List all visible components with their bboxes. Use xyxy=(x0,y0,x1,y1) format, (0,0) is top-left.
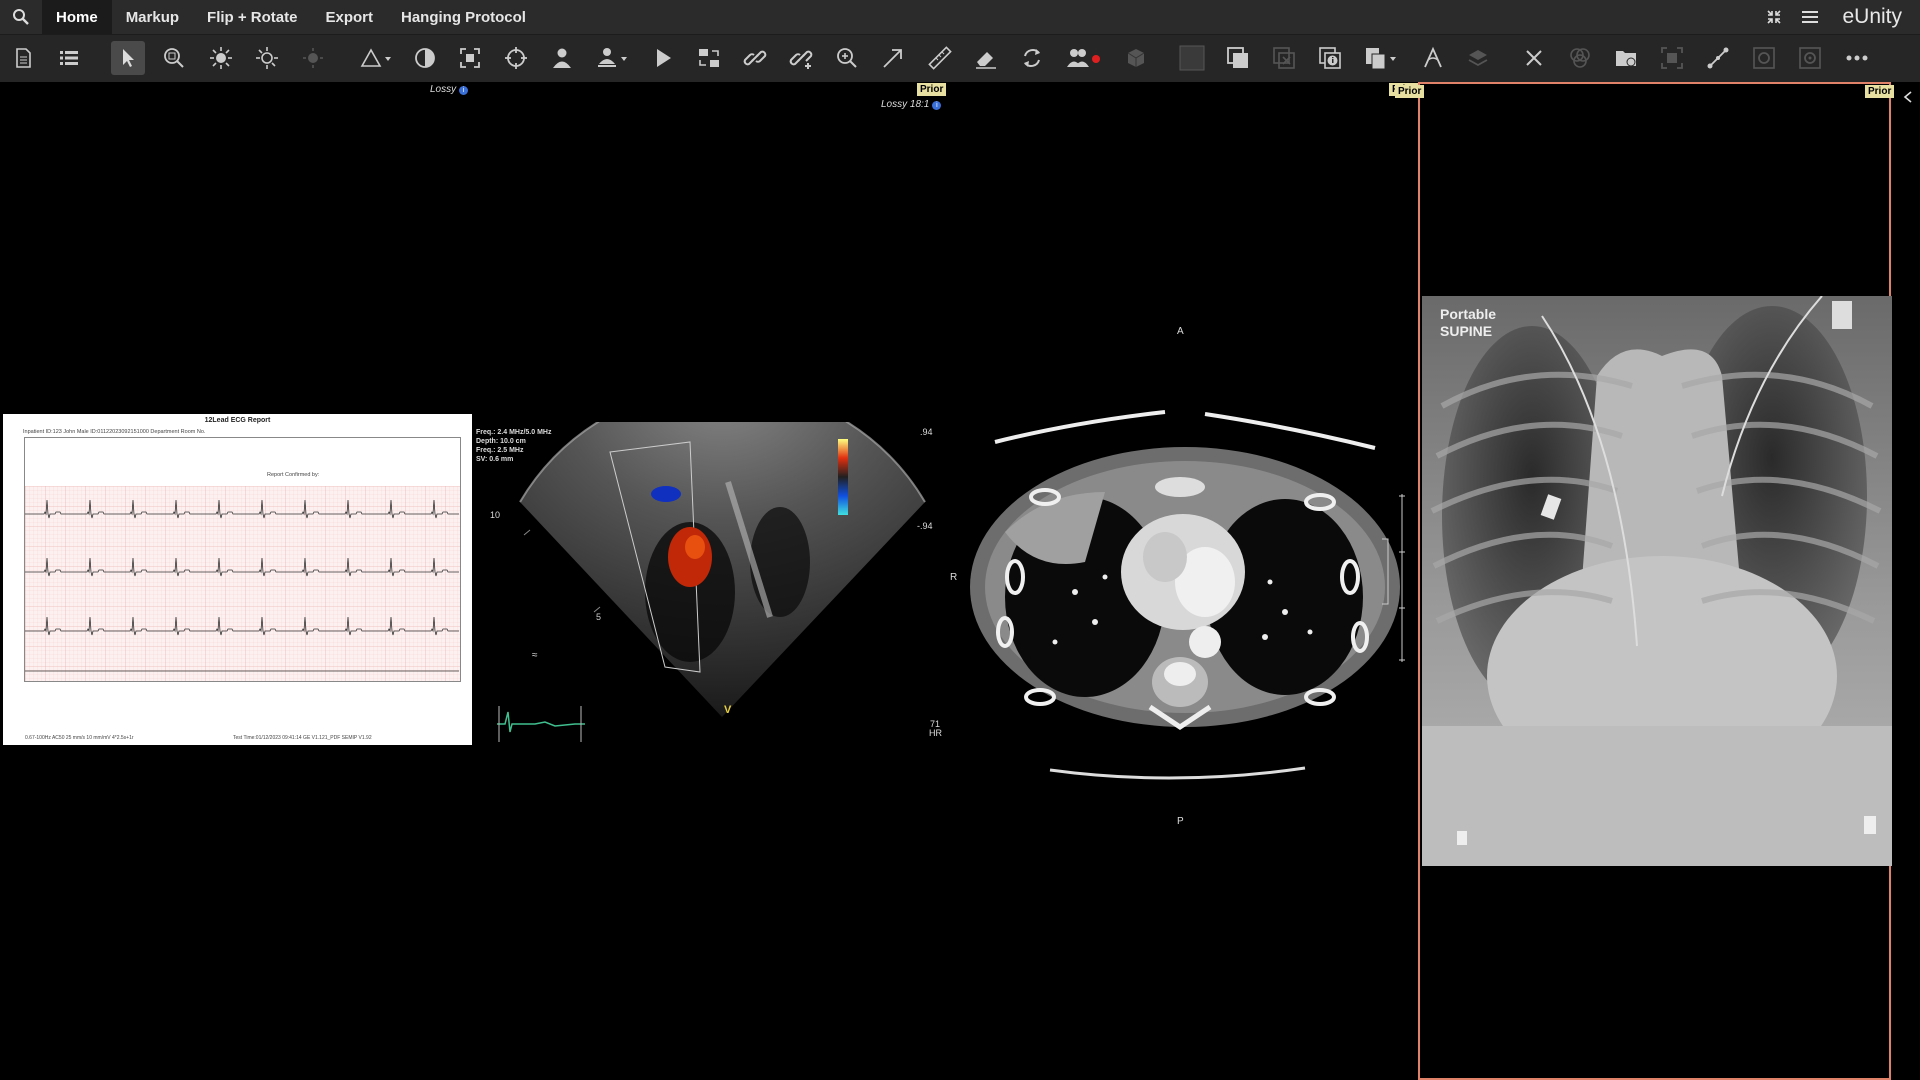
folder-info-icon[interactable] xyxy=(1609,41,1643,75)
brand-logo: eUnity xyxy=(1842,5,1902,28)
viewport-echo[interactable]: Prior Lossy 18:1 i Freq.: 2.4 MHz/5.0 MHz… xyxy=(470,82,947,1080)
echo-marker: V xyxy=(724,704,732,716)
rotate-icon[interactable] xyxy=(1015,41,1049,75)
frame-icon[interactable] xyxy=(1655,41,1689,75)
info-icon[interactable]: i xyxy=(932,101,942,110)
side-panel-toggle-icon[interactable] xyxy=(1895,82,1920,112)
xray-image xyxy=(1422,296,1892,866)
zoom-in-icon[interactable] xyxy=(830,41,864,75)
brightness-reset-icon[interactable] xyxy=(296,41,330,75)
viewport-xray[interactable]: Prior Prior Portable SUPINE xyxy=(1395,82,1895,1080)
color-scale-bottom: -.94 xyxy=(917,521,933,531)
more-icon[interactable] xyxy=(1840,41,1874,75)
brightness-icon[interactable] xyxy=(204,41,238,75)
close-layer-icon[interactable] xyxy=(1267,41,1301,75)
pointer-icon[interactable] xyxy=(111,41,145,75)
fit-icon[interactable] xyxy=(453,41,487,75)
depth-label-10: 10 xyxy=(490,510,501,520)
link-icon[interactable] xyxy=(738,41,772,75)
measure-icon[interactable] xyxy=(1416,41,1450,75)
orientation-right: R xyxy=(950,572,958,583)
ecg-confirmed: Report Confirmed by: xyxy=(267,472,320,478)
stack-icon[interactable] xyxy=(1461,41,1495,75)
info-layer-icon[interactable] xyxy=(1313,41,1347,75)
tab-flip-rotate[interactable]: Flip + Rotate xyxy=(193,0,311,34)
menu-bar: Home Markup Flip + Rotate Export Hanging… xyxy=(0,0,1920,34)
prior-tag: Prior xyxy=(1865,85,1895,98)
line-icon[interactable] xyxy=(1701,41,1735,75)
play-icon[interactable] xyxy=(646,41,680,75)
viewport-ct[interactable]: Prior A P R L xyxy=(945,82,1419,1080)
link-add-icon[interactable] xyxy=(784,41,818,75)
magnify-zoom-icon[interactable] xyxy=(157,41,191,75)
lossy-indicator: Lossy i xyxy=(430,84,469,95)
xray-annotation-line: SUPINE xyxy=(1440,323,1493,339)
ct-scale xyxy=(1382,494,1405,662)
heart-rate-label: HR xyxy=(929,728,942,738)
target-icon[interactable] xyxy=(1747,41,1781,75)
info-icon[interactable]: i xyxy=(459,86,469,95)
shape-triangle-icon[interactable] xyxy=(354,41,398,75)
list-icon[interactable] xyxy=(52,41,86,75)
swap-icon[interactable] xyxy=(692,41,726,75)
close-icon[interactable] xyxy=(1517,41,1551,75)
prior-tag: Prior xyxy=(917,83,947,96)
svg-text:≈: ≈ xyxy=(532,650,538,661)
viewport-ecg[interactable]: Lossy i 12Lead ECG Report Inpatient ID:12… xyxy=(0,82,472,1080)
ecg-footer-right: Test Time:01/12/2023 09:41:14 GE V1.121_… xyxy=(233,735,372,741)
prior-tag: Prior xyxy=(1395,85,1425,98)
orientation-posterior: P xyxy=(1177,816,1184,827)
contrast-icon[interactable] xyxy=(408,41,442,75)
ecg-footer-left: 0.67-100Hz AC50 25 mm/s 10 mm/mV 4*2.5s+… xyxy=(25,735,134,741)
orientation-anterior: A xyxy=(1177,326,1184,337)
xray-annotation-line: Portable xyxy=(1440,306,1497,322)
arrow-icon[interactable] xyxy=(876,41,910,75)
copy-icon[interactable] xyxy=(1359,41,1403,75)
eraser-icon[interactable] xyxy=(969,41,1003,75)
person-layers-icon[interactable] xyxy=(591,41,635,75)
tab-markup[interactable]: Markup xyxy=(112,0,193,34)
cube-icon[interactable] xyxy=(1119,41,1153,75)
ruler-icon[interactable] xyxy=(923,41,957,75)
lossy-indicator: Lossy 18:1 i xyxy=(881,99,942,110)
hamburger-menu-icon[interactable] xyxy=(1792,9,1828,25)
crosshair-icon[interactable] xyxy=(499,41,533,75)
users-icon[interactable] xyxy=(1061,41,1105,75)
brightness-auto-icon[interactable] xyxy=(250,41,284,75)
depth-label-5: 5 xyxy=(596,612,602,622)
ecg-title: 12Lead ECG Report xyxy=(204,417,271,424)
document-icon[interactable] xyxy=(6,41,40,75)
target2-icon[interactable] xyxy=(1793,41,1827,75)
ecg-report: 12Lead ECG Report Inpatient ID:123 John … xyxy=(3,414,472,745)
color-scale-top: .94 xyxy=(920,427,933,437)
search-icon[interactable] xyxy=(0,0,42,34)
circles-icon[interactable] xyxy=(1563,41,1597,75)
xray-annotation: Portable SUPINE xyxy=(1440,306,1496,340)
person-icon[interactable] xyxy=(545,41,579,75)
square-icon[interactable] xyxy=(1175,41,1209,75)
tab-home[interactable]: Home xyxy=(42,0,112,34)
ecg-strip xyxy=(497,706,585,742)
tab-export[interactable]: Export xyxy=(311,0,387,34)
tab-hanging-protocol[interactable]: Hanging Protocol xyxy=(387,0,540,34)
echo-image: ≈ xyxy=(519,422,926,717)
layers-icon[interactable] xyxy=(1221,41,1255,75)
ecg-grid xyxy=(25,486,460,681)
ecg-patient-info: Inpatient ID:123 John Male ID:0112202309… xyxy=(23,429,206,435)
collapse-icon[interactable] xyxy=(1756,9,1792,25)
ct-image xyxy=(970,410,1400,780)
toolbar xyxy=(0,34,1920,82)
image-viewer: Lossy i 12Lead ECG Report Inpatient ID:12… xyxy=(0,82,1920,1080)
